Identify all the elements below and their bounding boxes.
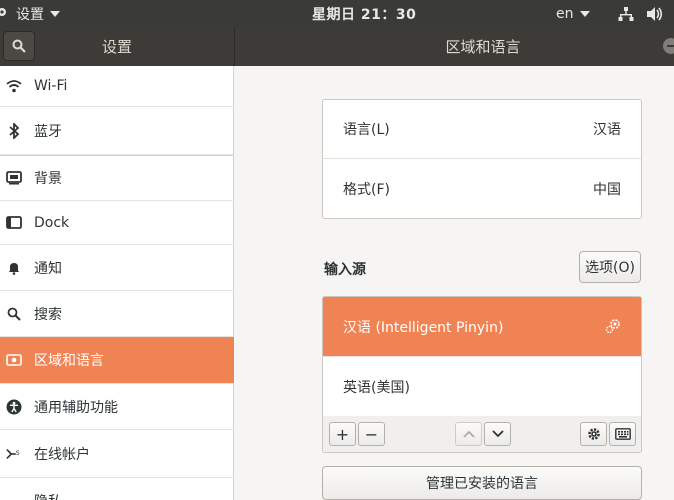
options-button[interactable]: 选项(O): [579, 251, 641, 283]
add-input-source-button[interactable]: +: [329, 422, 356, 446]
sidebar-item-region-language[interactable]: 区域和语言: [0, 337, 234, 384]
input-source-item[interactable]: 汉语 (Intelligent Pinyin): [323, 297, 641, 357]
sidebar-item-label: 蓝牙: [34, 123, 62, 140]
bell-icon: [6, 260, 22, 276]
chevron-down-icon: [579, 10, 590, 17]
sidebar-item-label: 区域和语言: [34, 353, 104, 369]
region-flag-icon: [6, 352, 22, 368]
minimize-button[interactable]: [663, 38, 674, 54]
sidebar-item-label: 通用辅助功能: [34, 399, 118, 416]
formats-row[interactable]: 格式(F) 中国: [323, 159, 641, 218]
input-source-item[interactable]: 英语(美国): [323, 357, 641, 417]
input-source-settings-button[interactable]: [580, 422, 607, 446]
move-down-button[interactable]: [484, 422, 511, 446]
language-format-card: 语言(L) 汉语 格式(F) 中国: [322, 99, 642, 219]
svg-text:S: S: [16, 449, 20, 456]
sidebar-item-dock[interactable]: Dock: [0, 201, 234, 245]
chevron-up-icon: [462, 430, 475, 438]
sidebar-title: 设置: [101, 38, 132, 56]
app-menu-label: 设置: [16, 6, 44, 23]
input-sources-title: 输入源: [324, 262, 366, 278]
language-value: 汉语: [593, 122, 621, 138]
sidebar-item-wifi[interactable]: Wi-Fi: [0, 66, 234, 107]
formats-value: 中国: [593, 181, 621, 198]
move-up-button[interactable]: [455, 422, 482, 446]
manage-installed-languages-button[interactable]: 管理已安装的语言: [322, 466, 642, 500]
top-panel: 设置 星期日 21：30 en: [0, 0, 674, 27]
language-label: 语言(L): [343, 122, 390, 138]
privacy-icon: [6, 493, 22, 500]
sidebar-item-label: 搜索: [34, 306, 62, 323]
keyboard-icon: [614, 428, 631, 440]
remove-input-source-button[interactable]: −: [358, 422, 385, 446]
search-icon: [12, 39, 26, 53]
main-panel: 语言(L) 汉语 格式(F) 中国 输入源 选项(O) 汉语 (Intellig…: [235, 66, 674, 500]
chevron-down-icon: [491, 430, 504, 438]
network-wired-icon[interactable]: [618, 6, 634, 22]
formats-label: 格式(F): [343, 181, 390, 198]
sidebar-item-privacy[interactable]: 隐私: [0, 478, 234, 500]
sidebar-item-online-accounts[interactable]: S 在线帐户: [0, 430, 234, 478]
app-menu[interactable]: 设置: [0, 0, 60, 27]
background-icon: [6, 170, 22, 186]
sidebar-item-label: Dock: [34, 214, 70, 231]
input-method-label: en: [556, 5, 574, 22]
wifi-icon: [6, 78, 22, 94]
gears-icon[interactable]: [605, 318, 621, 334]
gear-icon: [0, 5, 12, 23]
clock[interactable]: 星期日 21：30: [312, 0, 416, 27]
input-source-name: 汉语 (Intelligent Pinyin): [343, 319, 504, 336]
sidebar-item-label: 隐私: [34, 491, 62, 500]
sidebar: Wi-Fi 蓝牙 背景 Dock 通知 搜索 区域和语言 通用辅助功能 S 在线…: [0, 66, 234, 500]
sidebar-item-search[interactable]: 搜索: [0, 291, 234, 337]
gear-icon: [587, 428, 600, 440]
bluetooth-icon: [6, 122, 22, 139]
accessibility-icon: [6, 399, 22, 415]
chevron-down-icon: [50, 10, 60, 17]
search-button[interactable]: [3, 31, 35, 61]
header-bar: 设置 区域和语言: [0, 27, 674, 66]
sidebar-item-bluetooth[interactable]: 蓝牙: [0, 107, 234, 155]
volume-icon[interactable]: [646, 6, 664, 22]
input-sources-toolbar: + −: [322, 416, 642, 453]
input-source-name: 英语(美国): [343, 380, 410, 396]
input-method-indicator[interactable]: en: [556, 0, 590, 27]
page-title: 区域和语言: [445, 38, 521, 56]
sidebar-item-label: 通知: [34, 260, 62, 277]
sidebar-item-accessibility[interactable]: 通用辅助功能: [0, 384, 234, 430]
keyboard-layout-button[interactable]: [609, 422, 636, 446]
sidebar-item-label: 在线帐户: [34, 446, 90, 463]
online-accounts-icon: S: [6, 446, 22, 462]
dock-icon: [6, 215, 22, 231]
sidebar-item-label: 背景: [34, 171, 62, 187]
sidebar-item-label: Wi-Fi: [34, 78, 68, 94]
input-sources-list: 汉语 (Intelligent Pinyin) 英语(美国): [322, 296, 642, 418]
sidebar-item-background[interactable]: 背景: [0, 155, 234, 201]
sidebar-item-notifications[interactable]: 通知: [0, 245, 234, 291]
search-icon: [6, 306, 22, 322]
language-row[interactable]: 语言(L) 汉语: [323, 100, 641, 159]
